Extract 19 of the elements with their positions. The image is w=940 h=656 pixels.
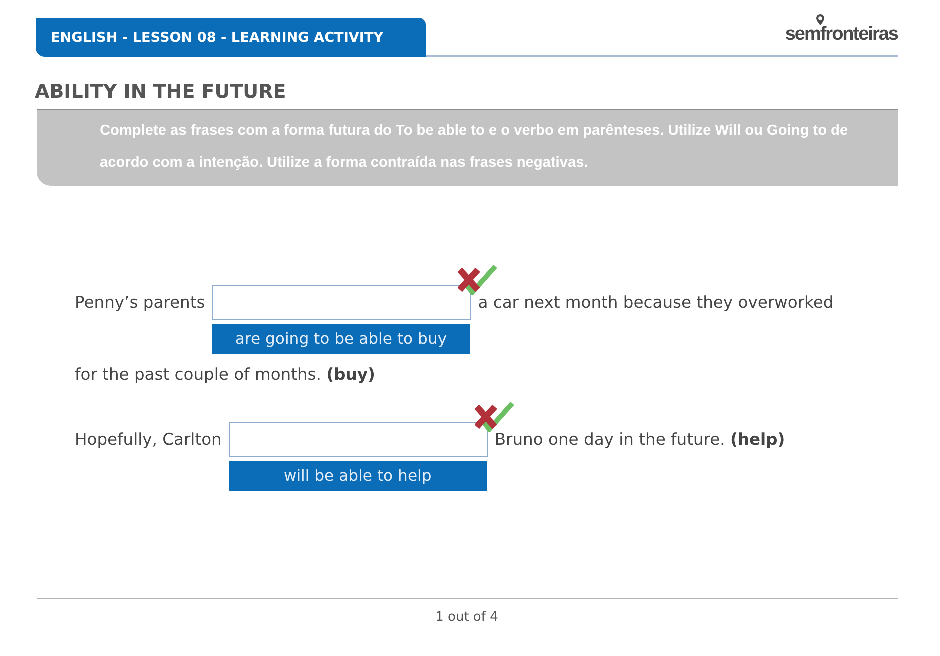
sentence-text: Penny’s parents bbox=[75, 292, 206, 314]
sentence-text: a car next month because they overworked bbox=[478, 292, 834, 314]
logo-wordmark: semfronteiras bbox=[785, 25, 898, 45]
answer-label: will be able to help bbox=[228, 461, 487, 491]
cross-icon bbox=[458, 268, 480, 292]
answer-field[interactable] bbox=[228, 422, 488, 457]
check-icon bbox=[466, 265, 498, 295]
sentence-text: Hopefully, Carlton bbox=[75, 429, 222, 451]
answer-field[interactable] bbox=[212, 285, 472, 320]
map-pin-icon bbox=[816, 14, 826, 26]
cross-icon bbox=[474, 405, 497, 429]
lesson-banner: ENGLISH - LESSON 08 - LEARNING ACTIVITY bbox=[36, 18, 426, 57]
section-title: ABILITY IN THE FUTURE bbox=[35, 80, 286, 104]
page-counter: 1 out of 4 bbox=[436, 609, 498, 627]
sentence-text: for the past couple of months. (buy) bbox=[75, 364, 376, 386]
answer-label: are going to be able to buy bbox=[212, 324, 470, 354]
instruction-text: Complete as frases com a forma futura do To be able to e o verbo em parênteses. Utilize Will ou Going to de acordo com a intenção. Utilize a forma contraída nas frases negativas. bbox=[100, 122, 850, 173]
check-icon bbox=[482, 402, 514, 432]
sentence-text: Bruno one day in the future. (help) bbox=[494, 429, 786, 451]
